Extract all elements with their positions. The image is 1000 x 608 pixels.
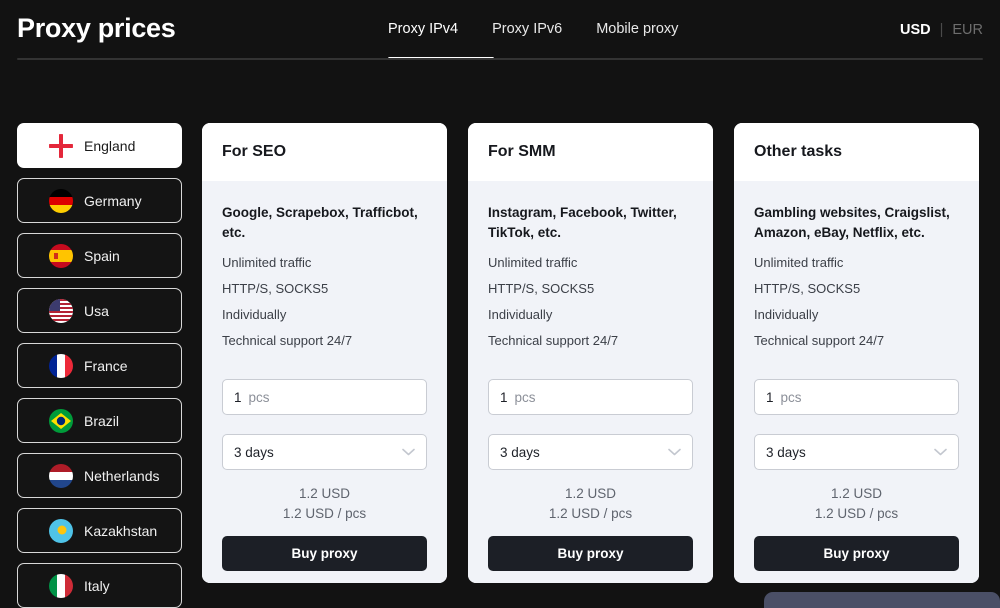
card-header: For SEO [202,123,447,181]
page-header: Proxy prices Proxy IPv4 Proxy IPv6 Mobil… [0,0,1000,60]
card-description: Gambling websites, Craigslist, Amazon, e… [754,205,950,240]
card-feature: Technical support 24/7 [488,333,619,349]
country-label: Italy [84,577,110,594]
germany-flag-icon [49,188,73,213]
brazil-flag-icon [49,408,73,433]
price-block: 1.2 USD 1.2 USD / pcs [488,484,693,523]
france-flag-icon [49,353,73,378]
country-label: Spain [84,247,120,264]
card-feature: HTTP/S, SOCKS5 [222,281,329,297]
country-label: Brazil [84,412,120,429]
chevron-down-icon [668,448,681,456]
tab-proxy-ipv6[interactable]: Proxy IPv6 [492,21,562,39]
card-body: Gambling websites, Craigslist, Amazon, e… [734,181,979,583]
country-label: Usa [84,302,109,319]
italy-flag-icon [49,573,73,598]
country-item-france[interactable]: France [17,343,182,388]
tab-proxy-ipv4[interactable]: Proxy IPv4 [388,21,458,39]
pricing-card-for-smm: For SMM Instagram, Facebook, Twitter, Ti… [468,123,713,583]
country-item-usa[interactable]: Usa [17,288,182,333]
card-description: Google, Scrapebox, Trafficbot, etc. [222,205,418,240]
buy-proxy-button[interactable]: Buy proxy [488,536,693,572]
price-per-unit: 1.2 USD / pcs [282,505,367,521]
currency-usd[interactable]: USD [900,22,931,38]
duration-value: 3 days [766,444,806,460]
chevron-down-icon [934,448,947,456]
england-flag-icon [49,133,73,158]
country-label: England [84,137,136,154]
card-feature: Unlimited traffic [488,255,578,271]
quantity-input[interactable]: 1 pcs [754,379,959,416]
quantity-unit: pcs [780,389,802,405]
quantity-input[interactable]: 1 pcs [488,379,693,416]
currency-separator: | [939,22,944,38]
price-total: 1.2 USD [298,486,351,502]
card-title: For SMM [488,143,556,160]
quantity-unit: pcs [514,389,536,405]
duration-value: 3 days [500,444,540,460]
pricing-card-for-seo: For SEO Google, Scrapebox, Trafficbot, e… [202,123,447,583]
buy-proxy-button[interactable]: Buy proxy [222,536,427,572]
currency-eur[interactable]: EUR [952,22,983,38]
card-header: For SMM [468,123,713,181]
price-block: 1.2 USD 1.2 USD / pcs [222,484,427,523]
floating-widget-peek[interactable] [764,592,1000,608]
country-item-england[interactable]: England [17,123,182,168]
currency-switcher: USD | EUR [900,22,983,38]
buy-proxy-button[interactable]: Buy proxy [754,536,959,572]
usa-flag-icon [49,298,73,323]
quantity-value: 1 [500,389,508,405]
netherlands-flag-icon [49,463,73,488]
country-item-germany[interactable]: Germany [17,178,182,223]
card-body: Instagram, Facebook, Twitter, TikTok, et… [468,181,713,583]
country-label: France [84,357,128,374]
country-item-italy[interactable]: Italy [17,563,182,608]
card-header: Other tasks [734,123,979,181]
price-per-unit: 1.2 USD / pcs [548,505,633,521]
country-label: Netherlands [84,467,160,484]
duration-value: 3 days [234,444,274,460]
card-feature: Technical support 24/7 [754,333,885,349]
duration-select[interactable]: 3 days [754,434,959,471]
country-item-brazil[interactable]: Brazil [17,398,182,443]
country-label: Germany [84,192,142,209]
proxy-prices-page: Proxy prices Proxy IPv4 Proxy IPv6 Mobil… [0,0,1000,608]
country-item-kazakhstan[interactable]: Kazakhstan [17,508,182,553]
price-total: 1.2 USD [830,486,883,502]
price-total: 1.2 USD [564,486,617,502]
quantity-unit: pcs [248,389,270,405]
kazakhstan-flag-icon [49,518,73,543]
spain-flag-icon [49,243,73,268]
header-divider [17,58,983,60]
quantity-value: 1 [766,389,774,405]
pricing-cards: For SEO Google, Scrapebox, Trafficbot, e… [202,123,979,583]
card-description: Instagram, Facebook, Twitter, TikTok, et… [488,205,677,240]
card-title: For SEO [222,143,287,160]
country-label: Kazakhstan [84,522,158,539]
tab-mobile-proxy[interactable]: Mobile proxy [596,21,678,39]
card-feature: Individually [488,307,553,323]
nav-tabs: Proxy IPv4 Proxy IPv6 Mobile proxy [388,21,678,39]
country-sidebar: England Germany Spain Usa France Brazil … [17,123,182,608]
price-block: 1.2 USD 1.2 USD / pcs [754,484,959,523]
card-feature: HTTP/S, SOCKS5 [754,281,861,297]
card-feature: Unlimited traffic [754,255,844,271]
card-feature: Technical support 24/7 [222,333,353,349]
price-per-unit: 1.2 USD / pcs [814,505,899,521]
card-feature: HTTP/S, SOCKS5 [488,281,595,297]
card-feature: Individually [754,307,819,323]
quantity-value: 1 [234,389,242,405]
country-item-netherlands[interactable]: Netherlands [17,453,182,498]
country-item-spain[interactable]: Spain [17,233,182,278]
card-feature: Individually [222,307,287,323]
card-feature: Unlimited traffic [222,255,312,271]
card-title: Other tasks [754,143,843,160]
pricing-card-other-tasks: Other tasks Gambling websites, Craigslis… [734,123,979,583]
page-title: Proxy prices [17,13,176,43]
duration-select[interactable]: 3 days [222,434,427,471]
duration-select[interactable]: 3 days [488,434,693,471]
quantity-input[interactable]: 1 pcs [222,379,427,416]
chevron-down-icon [402,448,415,456]
card-body: Google, Scrapebox, Trafficbot, etc. Unli… [202,181,447,583]
